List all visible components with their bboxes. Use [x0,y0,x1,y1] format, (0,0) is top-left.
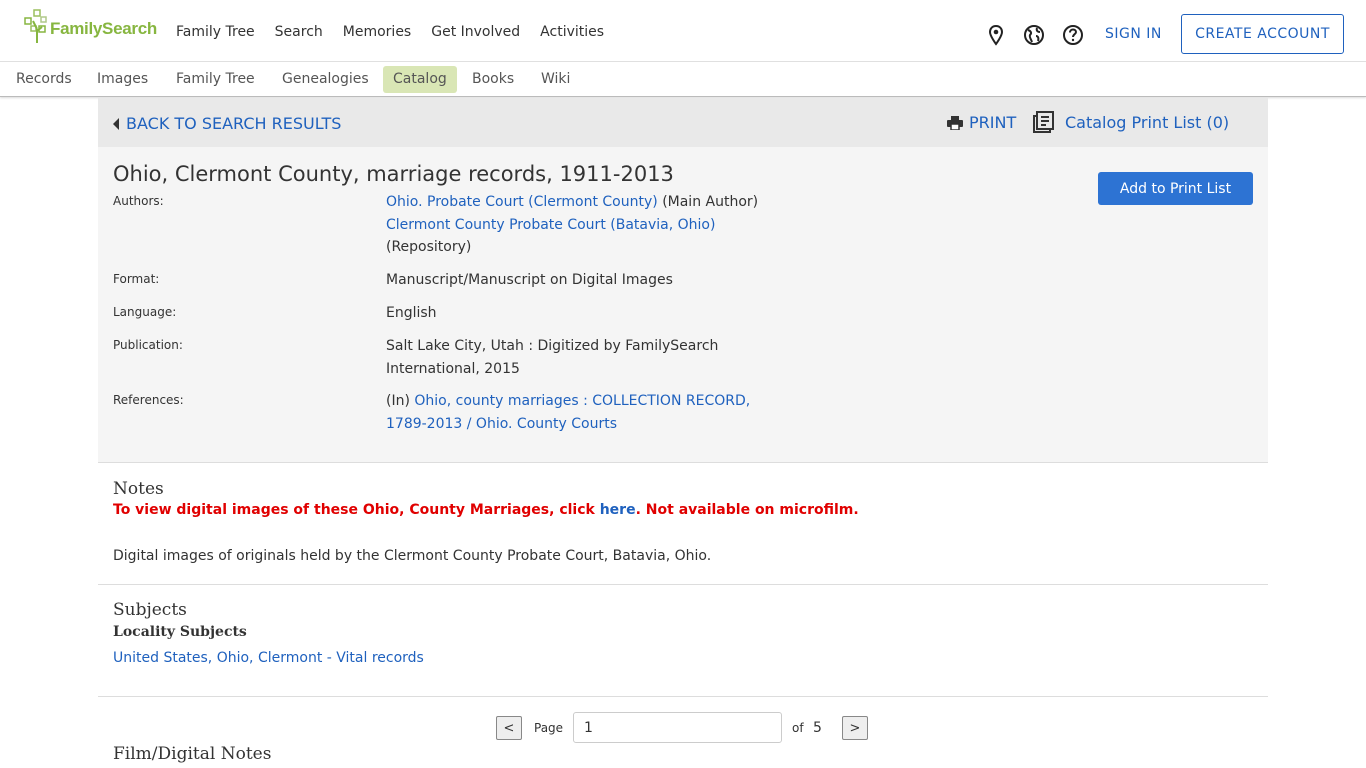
page-label: Page [534,721,564,735]
previous-page-button[interactable]: < [496,716,522,740]
subnav-wiki[interactable]: Wiki [531,66,580,93]
globe-icon[interactable] [1023,24,1045,46]
notes-alert-after: . Not available on microfilm. [635,502,859,518]
author-link-main[interactable]: Ohio. Probate Court (Clermont County) [386,194,658,210]
subnav-books[interactable]: Books [462,66,524,93]
nav-search[interactable]: Search [275,24,323,40]
printer-icon [947,115,963,130]
divider [98,696,1268,697]
main-nav: Family Tree Search Memories Get Involved… [176,24,604,40]
nav-family-tree[interactable]: Family Tree [176,24,255,40]
sign-in-link[interactable]: SIGN IN [1105,26,1162,42]
of-label: of [792,721,804,735]
locality-subject-link[interactable]: United States, Ohio, Clermont - Vital re… [113,650,424,666]
references-link[interactable]: Ohio, county marriages : COLLECTION RECO… [414,393,750,409]
logo-text: FamilySearch [50,19,157,38]
tree-logo-icon [24,9,47,43]
subjects-section: Subjects Locality Subjects United States… [98,585,1268,696]
add-to-print-list-button[interactable]: Add to Print List [1098,172,1253,205]
back-to-search-results-link[interactable]: BACK TO SEARCH RESULTS [113,114,341,133]
references-link-line-2[interactable]: 1789-2013 / Ohio. County Courts [386,416,617,432]
subnav-catalog[interactable]: Catalog [383,66,457,93]
subnav-family-tree[interactable]: Family Tree [166,66,265,93]
nav-activities[interactable]: Activities [540,24,604,40]
back-label: BACK TO SEARCH RESULTS [126,114,342,133]
references-value: (In) Ohio, county marriages : COLLECTION… [386,390,776,435]
format-label: Format: [113,272,160,286]
create-account-button[interactable]: CREATE ACCOUNT [1181,14,1344,54]
nav-get-involved[interactable]: Get Involved [431,24,520,40]
authors-value: Ohio. Probate Court (Clermont County) (M… [386,191,776,259]
locality-subjects-heading: Locality Subjects [113,624,247,640]
print-label: PRINT [969,113,1017,132]
record-toolbar: BACK TO SEARCH RESULTS PRINT Catalog Pri… [98,98,1268,147]
page-number-input[interactable] [573,712,782,743]
language-value: English [386,305,437,321]
subnav-images[interactable]: Images [87,66,158,93]
print-list-label: Catalog Print List (0) [1065,112,1230,132]
notes-section: Notes To view digital images of these Oh… [98,463,1268,584]
print-list-icon [1033,111,1054,133]
familysearch-logo[interactable]: FamilySearch [24,9,158,43]
publication-value: Salt Lake City, Utah : Digitized by Fami… [386,335,776,380]
film-digital-notes-heading: Film/Digital Notes [113,744,272,764]
caret-left-icon [113,117,119,130]
location-pin-icon[interactable] [985,24,1007,46]
notes-heading: Notes [113,479,164,499]
format-value: Manuscript/Manuscript on Digital Images [386,272,673,288]
authors-label: Authors: [113,194,164,208]
help-icon[interactable] [1062,24,1084,46]
author-role-main: (Main Author) [662,194,759,210]
language-label: Language: [113,305,177,319]
references-label: References: [113,393,184,407]
publication-line-1: Salt Lake City, Utah : Digitized by Fami… [386,338,719,354]
next-page-button[interactable]: > [842,716,868,740]
author-role-repository: (Repository) [386,239,472,255]
record-title: Ohio, Clermont County, marriage records,… [113,162,674,186]
subnav-records[interactable]: Records [6,66,82,93]
notes-text: Digital images of originals held by the … [113,548,712,564]
notes-alert: To view digital images of these Ohio, Co… [113,502,859,518]
author-link-repository[interactable]: Clermont County Probate Court (Batavia, … [386,217,715,233]
notes-alert-before: To view digital images of these Ohio, Co… [113,502,600,518]
total-pages: 5 [813,720,822,736]
publication-label: Publication: [113,338,183,352]
record-details: Ohio, Clermont County, marriage records,… [98,147,1268,463]
top-header: FamilySearch Family Tree Search Memories… [0,0,1366,62]
publication-line-2: International, 2015 [386,360,520,377]
sub-nav: Records Images Family Tree Genealogies C… [0,62,1366,97]
nav-memories[interactable]: Memories [343,24,411,40]
print-link[interactable]: PRINT [947,113,1016,132]
references-prefix: (In) [386,393,410,409]
notes-here-link[interactable]: here [600,502,636,518]
catalog-print-list-link[interactable]: Catalog Print List (0) [1033,111,1229,133]
subnav-genealogies[interactable]: Genealogies [272,66,379,93]
subjects-heading: Subjects [113,600,187,620]
